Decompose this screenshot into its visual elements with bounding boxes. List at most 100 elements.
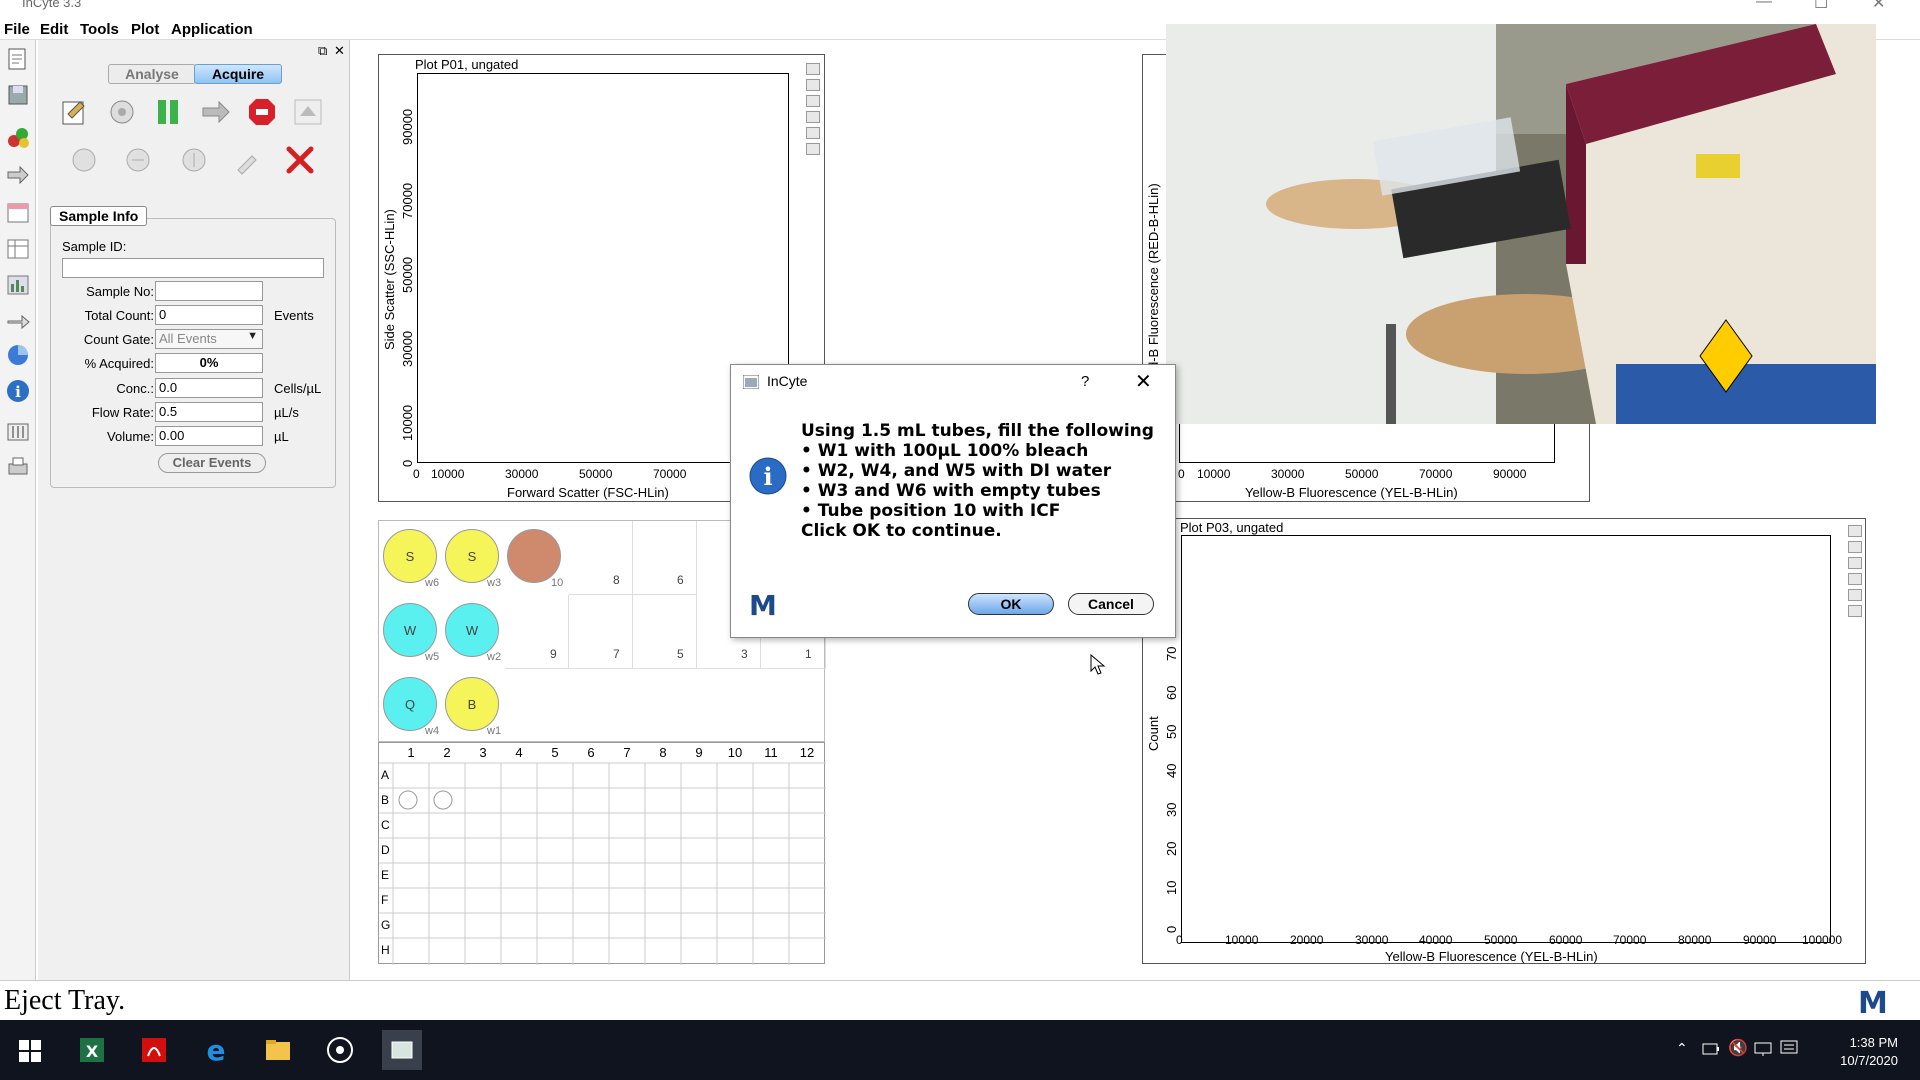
zoom-in-icon[interactable] bbox=[806, 63, 820, 75]
network-icon[interactable] bbox=[1754, 1042, 1772, 1056]
well-b1[interactable] bbox=[398, 790, 418, 810]
battery-icon[interactable] bbox=[1702, 1042, 1720, 1056]
p03-xtick: 70000 bbox=[1613, 933, 1647, 947]
menu-edit[interactable]: Edit bbox=[40, 21, 68, 38]
tab-acquire[interactable]: Acquire bbox=[194, 64, 282, 84]
cancel-button[interactable]: Cancel bbox=[1068, 593, 1154, 615]
dialog-close-icon[interactable]: ✕ bbox=[1135, 369, 1152, 394]
file-explorer-icon[interactable] bbox=[258, 1030, 298, 1070]
menu-tools[interactable]: Tools bbox=[80, 21, 119, 38]
flush-icon[interactable] bbox=[178, 144, 210, 176]
arrow-right-icon[interactable] bbox=[5, 162, 31, 188]
tube-w1[interactable]: B bbox=[445, 677, 499, 731]
new-sample-icon[interactable] bbox=[58, 96, 90, 128]
clock-date: 10/7/2020 bbox=[1840, 1053, 1898, 1068]
plot-p03-area[interactable] bbox=[1181, 535, 1831, 943]
conc-input[interactable]: 0.0 bbox=[155, 378, 263, 398]
table-icon[interactable] bbox=[5, 236, 31, 262]
panel-close-icon[interactable]: ✕ bbox=[334, 43, 345, 59]
undock-icon[interactable]: ⧉ bbox=[318, 43, 327, 59]
tube-w3[interactable]: S bbox=[445, 529, 499, 583]
settings-sliders-icon[interactable] bbox=[5, 418, 31, 444]
plot-print-icon[interactable] bbox=[1848, 589, 1862, 601]
flow-rate-input[interactable]: 0.5 bbox=[155, 402, 263, 422]
tube-position-10[interactable] bbox=[507, 529, 561, 583]
close-icon[interactable]: ✕ bbox=[1872, 0, 1885, 12]
count-gate-select[interactable]: All Events ▼ bbox=[155, 329, 263, 349]
plot-print-icon[interactable] bbox=[806, 127, 820, 139]
acquired-label: % Acquired: bbox=[84, 356, 154, 371]
obs-icon[interactable] bbox=[320, 1030, 360, 1070]
save-icon[interactable] bbox=[5, 82, 31, 108]
plot-settings-icon[interactable] bbox=[1848, 573, 1862, 585]
system-clock[interactable]: 1:38 PM 10/7/2020 bbox=[1840, 1034, 1898, 1070]
sample-no-input[interactable] bbox=[155, 281, 263, 301]
delete-x-icon[interactable] bbox=[284, 144, 316, 176]
rack-slot[interactable] bbox=[633, 595, 697, 669]
plot-p03-title: Plot P03, ungated bbox=[1180, 520, 1284, 535]
zoom-out-icon[interactable] bbox=[1848, 605, 1862, 617]
rack-slot[interactable] bbox=[569, 521, 633, 595]
notifications-icon[interactable] bbox=[1780, 1040, 1798, 1056]
plot-copy-icon[interactable] bbox=[806, 79, 820, 91]
clear-events-button[interactable]: Clear Events bbox=[158, 453, 266, 473]
rack-slot[interactable] bbox=[633, 521, 697, 595]
tube-w4[interactable]: Q bbox=[383, 677, 437, 731]
plot-gate-icon[interactable] bbox=[806, 95, 820, 107]
menu-application[interactable]: Application bbox=[171, 21, 253, 38]
gates-icon[interactable] bbox=[5, 124, 31, 150]
clean-icon[interactable] bbox=[122, 144, 154, 176]
tube-id: w2 bbox=[487, 651, 502, 663]
plate-col: 2 bbox=[443, 745, 451, 760]
edge-icon[interactable]: e bbox=[196, 1030, 236, 1070]
plate-col: 10 bbox=[727, 745, 743, 760]
tube-w2[interactable]: W bbox=[445, 603, 499, 657]
volume-muted-icon[interactable]: 🔇 bbox=[1728, 1038, 1748, 1058]
print-icon[interactable] bbox=[5, 454, 31, 480]
pause-icon[interactable] bbox=[152, 96, 184, 128]
export-icon[interactable] bbox=[5, 308, 31, 334]
acquire-disk-icon[interactable] bbox=[106, 96, 138, 128]
p01-ytick: 90000 bbox=[400, 108, 415, 145]
help-icon[interactable]: ? bbox=[1081, 373, 1089, 390]
sample-id-input[interactable] bbox=[62, 258, 324, 278]
plot-gate-icon[interactable] bbox=[1848, 557, 1862, 569]
tube-w6[interactable]: S bbox=[383, 529, 437, 583]
menu-file[interactable]: File bbox=[4, 21, 30, 38]
tool-icon[interactable] bbox=[232, 144, 264, 176]
zoom-in-icon[interactable] bbox=[1848, 525, 1862, 537]
plate-grid[interactable] bbox=[379, 743, 826, 965]
tube-label: W bbox=[465, 623, 479, 638]
notepad-icon[interactable] bbox=[5, 46, 31, 72]
stats-icon[interactable] bbox=[5, 272, 31, 298]
zoom-out-icon[interactable] bbox=[806, 143, 820, 155]
calendar-icon[interactable] bbox=[5, 200, 31, 226]
rack-slot[interactable] bbox=[505, 595, 569, 669]
incyte-taskbar-icon[interactable] bbox=[382, 1030, 422, 1070]
p01-ytick: 10000 bbox=[400, 404, 415, 441]
plot-settings-icon[interactable] bbox=[806, 111, 820, 123]
stop-icon[interactable] bbox=[246, 96, 278, 128]
rack-slot[interactable] bbox=[569, 595, 633, 669]
well-b2[interactable] bbox=[433, 790, 453, 810]
maximize-icon[interactable]: ☐ bbox=[1814, 0, 1828, 12]
info-icon[interactable]: i bbox=[5, 378, 31, 404]
minimize-icon[interactable]: — bbox=[1756, 0, 1772, 11]
volume-input[interactable]: 0.00 bbox=[155, 426, 263, 446]
ok-button[interactable]: OK bbox=[968, 593, 1054, 615]
total-count-input[interactable]: 0 bbox=[155, 305, 263, 325]
eject-icon[interactable] bbox=[292, 96, 324, 128]
menu-plot[interactable]: Plot bbox=[131, 21, 159, 38]
sample-info-title: Sample Info bbox=[50, 206, 148, 226]
windows-start-icon[interactable] bbox=[10, 1030, 50, 1070]
plot-copy-icon[interactable] bbox=[1848, 541, 1862, 553]
next-arrow-icon[interactable] bbox=[200, 96, 232, 128]
acrobat-icon[interactable] bbox=[134, 1030, 174, 1070]
slot-number: 5 bbox=[677, 647, 684, 661]
pie-chart-icon[interactable] bbox=[5, 342, 31, 368]
tube-w5[interactable]: W bbox=[383, 603, 437, 657]
chevron-up-icon[interactable]: ⌃ bbox=[1676, 1040, 1688, 1057]
tab-analyse[interactable]: Analyse bbox=[108, 64, 196, 84]
excel-icon[interactable]: X bbox=[72, 1030, 112, 1070]
sip-icon[interactable] bbox=[68, 144, 100, 176]
